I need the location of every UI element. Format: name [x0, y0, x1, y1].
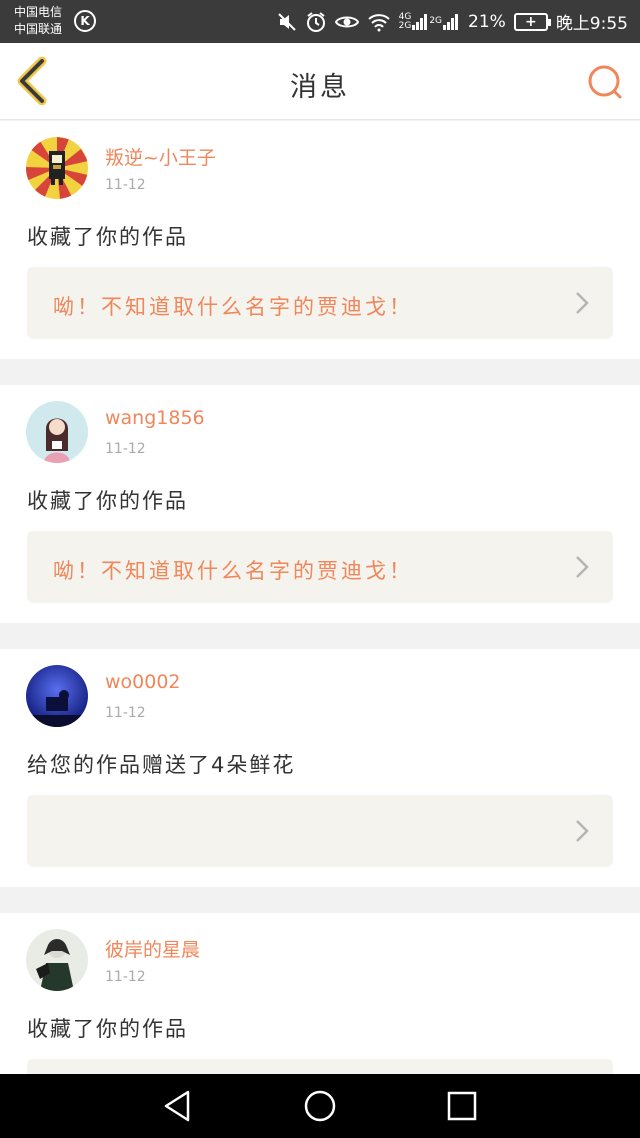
message-date: 11-12 — [105, 705, 146, 721]
message-action: 收藏了你的作品 — [27, 225, 188, 249]
wifi-icon — [367, 12, 391, 32]
username[interactable]: wo0002 — [105, 671, 181, 693]
message-card: 彼岸的星晨 11-12 收藏了你的作品 — [0, 913, 640, 1074]
avatar-pixel-king-icon — [26, 137, 88, 199]
message-date: 11-12 — [105, 969, 146, 985]
search-icon — [588, 65, 622, 99]
avatar[interactable] — [26, 665, 88, 727]
message-card: 叛逆~小王子 11-12 收藏了你的作品 呦！不知道取什么名字的贾迪戈！ — [0, 121, 640, 359]
recents-square-icon[interactable] — [444, 1088, 480, 1124]
chevron-right-icon — [576, 292, 589, 314]
battery-icon: + — [513, 12, 551, 31]
status-icons: 4G 2G 2G 21% + 晚上9:55 — [277, 0, 628, 43]
avatar[interactable] — [26, 401, 88, 463]
search-button[interactable] — [586, 63, 624, 101]
chevron-right-icon — [576, 556, 589, 578]
eye-icon — [334, 13, 359, 31]
work-link[interactable] — [27, 1059, 613, 1074]
system-nav-bar — [0, 1074, 640, 1138]
home-circle-icon[interactable] — [302, 1088, 338, 1124]
clock: 晚上9:55 — [555, 14, 628, 34]
message-card: wo0002 11-12 给您的作品赠送了4朵鲜花 — [0, 649, 640, 887]
work-title: 呦！不知道取什么名字的贾迪戈！ — [53, 559, 413, 583]
message-card: wang1856 11-12 收藏了你的作品 呦！不知道取什么名字的贾迪戈！ — [0, 385, 640, 623]
avatar-blue-night-icon — [26, 665, 88, 727]
back-triangle-icon[interactable] — [160, 1088, 196, 1124]
message-list[interactable]: 叛逆~小王子 11-12 收藏了你的作品 呦！不知道取什么名字的贾迪戈！ wan… — [0, 121, 640, 1074]
username[interactable]: wang1856 — [105, 407, 205, 429]
avatar-dark-figure-icon — [26, 929, 88, 991]
message-action: 给您的作品赠送了4朵鲜花 — [27, 753, 296, 777]
carrier-line-1: 中国电信 — [14, 5, 63, 19]
username[interactable]: 叛逆~小王子 — [105, 143, 216, 170]
work-link[interactable] — [27, 795, 613, 867]
work-link[interactable]: 呦！不知道取什么名字的贾迪戈！ — [27, 267, 613, 339]
username[interactable]: 彼岸的星晨 — [105, 935, 200, 962]
net-label-bottom: 2G — [398, 20, 412, 31]
net-label-2: 2G — [429, 16, 443, 26]
message-action: 收藏了你的作品 — [27, 1017, 188, 1041]
message-date: 11-12 — [105, 177, 146, 193]
page-title: 消息 — [290, 72, 350, 103]
chevron-right-icon — [576, 820, 589, 842]
status-bar: 中国电信 中国联通 K 4G 2G 2G 21% + 晚上9:55 — [0, 0, 640, 43]
carrier-badge-icon: K — [74, 10, 96, 32]
app-header: 消息 — [0, 43, 640, 120]
avatar[interactable] — [26, 137, 88, 199]
work-link[interactable]: 呦！不知道取什么名字的贾迪戈！ — [27, 531, 613, 603]
carrier-info: 中国电信 中国联通 — [14, 4, 62, 38]
signal-icon: 4G 2G 2G — [398, 12, 460, 31]
mute-icon — [277, 12, 297, 32]
avatar-anime-girl-icon — [26, 401, 88, 463]
message-action: 收藏了你的作品 — [27, 489, 188, 513]
battery-percent: 21% — [468, 11, 506, 32]
alarm-icon — [305, 11, 327, 33]
carrier-line-2: 中国联通 — [14, 22, 63, 36]
work-title: 呦！不知道取什么名字的贾迪戈！ — [53, 295, 413, 319]
avatar[interactable] — [26, 929, 88, 991]
message-date: 11-12 — [105, 441, 146, 457]
